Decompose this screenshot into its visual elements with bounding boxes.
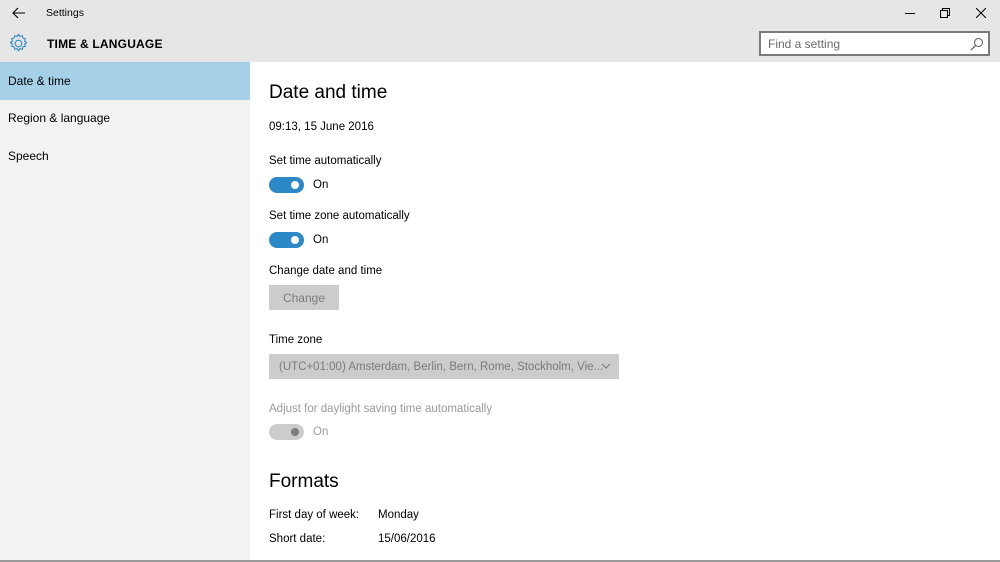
- short-date-value: 15/06/2016: [378, 533, 436, 545]
- set-timezone-auto-state: On: [313, 234, 329, 246]
- sidebar-item-speech[interactable]: Speech: [0, 137, 250, 175]
- back-arrow-icon: [12, 7, 25, 19]
- first-day-value: Monday: [378, 509, 419, 521]
- sidebar-item-label: Date & time: [8, 73, 71, 88]
- dst-label: Adjust for daylight saving time automati…: [269, 403, 493, 415]
- set-timezone-auto-label: Set time zone automatically: [269, 210, 410, 222]
- time-zone-value: (UTC+01:00) Amsterdam, Berlin, Bern, Rom…: [279, 360, 604, 373]
- close-icon: [976, 8, 986, 18]
- gear-icon: [9, 33, 28, 52]
- set-timezone-auto-toggle[interactable]: [269, 232, 304, 248]
- change-button[interactable]: Change: [269, 285, 339, 310]
- dst-toggle[interactable]: [269, 424, 304, 440]
- search-icon[interactable]: [970, 37, 984, 51]
- main-content: Date and time 09:13, 15 June 2016 Set ti…: [250, 62, 1000, 562]
- sidebar: Date & time Region & language Speech: [0, 62, 250, 562]
- title-bar: Settings TIME & LANGUAGE: [0, 0, 1000, 62]
- time-zone-label: Time zone: [269, 334, 323, 346]
- search-input[interactable]: [761, 33, 956, 54]
- time-zone-dropdown[interactable]: (UTC+01:00) Amsterdam, Berlin, Bern, Rom…: [269, 354, 619, 379]
- sidebar-item-label: Speech: [8, 148, 49, 163]
- sidebar-item-region-language[interactable]: Region & language: [0, 100, 250, 138]
- back-button[interactable]: [6, 0, 32, 26]
- search-box[interactable]: [759, 31, 990, 56]
- sidebar-item-label: Region & language: [8, 111, 111, 126]
- section-title: TIME & LANGUAGE: [47, 37, 163, 51]
- restore-icon: [940, 8, 950, 18]
- dst-state: On: [313, 426, 329, 438]
- window-title: Settings: [46, 7, 84, 19]
- sidebar-item-date-time[interactable]: Date & time: [0, 62, 250, 100]
- close-button[interactable]: [964, 0, 998, 26]
- chevron-down-icon: [601, 363, 611, 369]
- change-date-time-label: Change date and time: [269, 265, 383, 277]
- page-heading: Date and time: [269, 82, 388, 103]
- current-datetime: 09:13, 15 June 2016: [269, 121, 374, 133]
- formats-heading: Formats: [269, 471, 339, 492]
- restore-button[interactable]: [928, 0, 962, 26]
- set-time-auto-label: Set time automatically: [269, 155, 382, 167]
- minimize-icon: [905, 13, 915, 14]
- short-date-label: Short date:: [269, 533, 326, 545]
- set-time-auto-state: On: [313, 179, 329, 191]
- minimize-button[interactable]: [893, 0, 927, 26]
- first-day-label: First day of week:: [269, 509, 360, 521]
- set-time-auto-toggle[interactable]: [269, 177, 304, 193]
